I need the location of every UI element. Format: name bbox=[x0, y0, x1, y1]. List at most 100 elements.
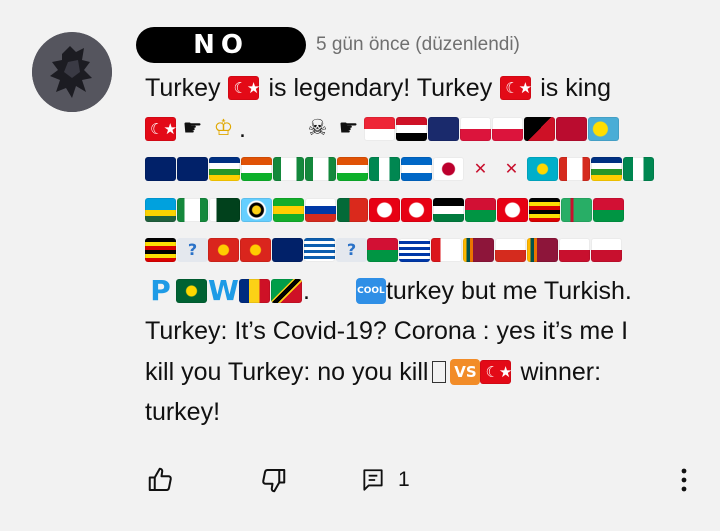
crossed-flags-icon: ✕ bbox=[504, 159, 519, 178]
comment-line: turkey! bbox=[145, 392, 705, 433]
vanuatu-flag-icon bbox=[593, 197, 624, 222]
norfolk-island-flag-icon bbox=[305, 157, 336, 182]
niger-flag-icon bbox=[337, 157, 368, 182]
vietnam-flag-icon bbox=[240, 238, 271, 263]
comment-icon bbox=[363, 469, 383, 491]
nicaragua-flag-icon bbox=[401, 157, 432, 182]
saint-lucia-flag-icon bbox=[241, 197, 272, 222]
pointing-right-icon: ☛ bbox=[338, 115, 359, 141]
sao-tome-flag-icon bbox=[273, 197, 304, 222]
more-vert-icon bbox=[681, 468, 687, 492]
comment-text: . bbox=[303, 276, 310, 305]
comment-line: kill you Turkey: no you kill VS winner: bbox=[145, 352, 705, 393]
portugal-flag-icon bbox=[337, 197, 368, 222]
comment-text: winner: bbox=[520, 357, 602, 386]
reply-button[interactable]: 1 bbox=[360, 462, 410, 498]
comment-line: ? ? bbox=[145, 230, 705, 271]
singapore-flag-icon bbox=[363, 116, 395, 141]
dislike-button[interactable] bbox=[258, 462, 288, 498]
cool-button-icon: COOL bbox=[355, 277, 386, 304]
island-flag-icon bbox=[427, 116, 459, 141]
central-african-republic-flag-icon bbox=[209, 157, 240, 182]
comment-text: is king bbox=[540, 74, 612, 102]
comment-line: Turkey: It’s Covid-19? Corona : yes it’s… bbox=[145, 311, 705, 352]
vs-button-icon: VS bbox=[450, 358, 481, 385]
comment-text: Turkey: It’s Covid-19? Corona : yes it’s… bbox=[145, 317, 629, 345]
unknown-flag-icon: ? bbox=[336, 238, 367, 263]
avatar[interactable] bbox=[32, 32, 112, 112]
skull-crossbones-icon: ☠ bbox=[307, 115, 328, 141]
comment-line: Turkey is legendary! Turkey is king bbox=[145, 68, 705, 109]
comment-actions: 1 bbox=[146, 462, 696, 498]
vanuatu-flag-icon bbox=[465, 197, 496, 222]
turkey-flag-icon bbox=[480, 359, 512, 384]
oman-flag-icon bbox=[431, 238, 462, 263]
unknown-flag-icon: ? bbox=[177, 238, 208, 263]
comment-header: NO 5 gün önce (düzenlendi) bbox=[136, 22, 520, 68]
pointing-right-icon: ☛ bbox=[182, 115, 203, 141]
chile-flag-icon bbox=[495, 238, 526, 263]
comment-timestamp[interactable]: 5 gün önce (düzenlendi) bbox=[316, 34, 520, 56]
rwanda-flag-icon bbox=[145, 197, 176, 222]
norfolk-island-flag-icon bbox=[177, 197, 208, 222]
papua-new-guinea-flag-icon bbox=[523, 116, 555, 141]
uganda-flag-icon bbox=[145, 238, 176, 263]
mauritania-flag-icon bbox=[176, 278, 207, 303]
turkey-flag-icon bbox=[500, 76, 532, 101]
greece-flag-icon bbox=[304, 238, 335, 263]
norfolk-island-flag-icon bbox=[273, 157, 304, 182]
romania-flag-icon bbox=[239, 278, 270, 303]
tunisia-flag-icon bbox=[497, 197, 528, 222]
nigeria-flag-icon bbox=[623, 157, 654, 182]
comment-line: ✕ ✕ bbox=[145, 149, 705, 190]
turkey-flag-icon bbox=[145, 116, 176, 141]
poland-flag-icon bbox=[459, 116, 491, 141]
comment-line bbox=[145, 190, 705, 231]
tunisia-flag-icon bbox=[401, 197, 432, 222]
poland-flag-icon bbox=[491, 116, 523, 141]
kazakhstan-flag-icon bbox=[527, 157, 558, 182]
palau-flag-icon bbox=[587, 116, 619, 141]
vietnam-flag-icon bbox=[208, 238, 239, 263]
thumbs-down-icon bbox=[262, 469, 286, 493]
island-flag-icon bbox=[145, 157, 176, 182]
new-zealand-flag-icon bbox=[272, 238, 303, 263]
saint-kitts-flag-icon bbox=[271, 278, 302, 303]
syria-flag-icon bbox=[395, 116, 427, 141]
norway-flag-icon bbox=[555, 116, 587, 141]
pakistan-flag-icon bbox=[209, 197, 240, 222]
island-flag-icon bbox=[177, 157, 208, 182]
more-options-button[interactable] bbox=[674, 462, 694, 498]
comment-body: Turkey is legendary! Turkey is king ☛ ♔ … bbox=[145, 68, 705, 433]
comment-text: turkey but me Turkish. bbox=[385, 276, 632, 305]
comment-text: turkey! bbox=[145, 398, 221, 426]
saint-martin-flag-icon bbox=[591, 238, 622, 263]
uganda-flag-icon bbox=[529, 197, 560, 222]
canada-flag-icon bbox=[559, 157, 590, 182]
reply-count: 1 bbox=[398, 468, 410, 491]
nigeria-flag-icon bbox=[369, 157, 400, 182]
comment-text: kill you Turkey: no you kill bbox=[145, 357, 429, 386]
sint-maarten-flag-icon bbox=[559, 238, 590, 263]
crossed-flags-icon: ✕ bbox=[473, 159, 488, 178]
avatar-image bbox=[32, 32, 112, 112]
comment-text: . bbox=[239, 114, 246, 143]
turkmenistan-flag-icon bbox=[561, 197, 592, 222]
sri-lanka-flag-icon bbox=[463, 238, 494, 263]
comment-line: ☛ ♔ . ☠ ☛ bbox=[145, 109, 705, 150]
uruguay-flag-icon bbox=[399, 238, 430, 263]
central-african-republic-flag-icon bbox=[591, 157, 622, 182]
comment-text: is legendary! Turkey bbox=[268, 74, 493, 102]
niger-flag-icon bbox=[241, 157, 272, 182]
crown-icon: ♔ bbox=[213, 115, 234, 141]
comment-line: P W . COOL turkey but me Turkish. bbox=[145, 271, 705, 312]
comment-text: Turkey bbox=[145, 74, 221, 102]
thumbs-up-icon bbox=[148, 467, 172, 491]
jordan-flag-icon bbox=[433, 197, 464, 222]
letter-w-icon: W bbox=[208, 273, 239, 307]
like-button[interactable] bbox=[146, 462, 176, 498]
author-name[interactable]: NO bbox=[136, 27, 306, 63]
sri-lanka-flag-icon bbox=[527, 238, 558, 263]
russia-flag-icon bbox=[305, 197, 336, 222]
vanuatu-flag-icon bbox=[367, 238, 398, 263]
